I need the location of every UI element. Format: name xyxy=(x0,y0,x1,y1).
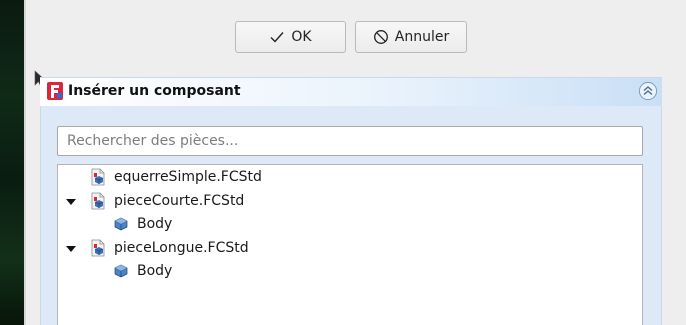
circle-slash-icon xyxy=(373,30,388,44)
fcstd-file-icon xyxy=(91,192,105,210)
tree-item-file[interactable]: pieceLongue.FCStd xyxy=(90,237,249,259)
ok-button-label: OK xyxy=(291,29,312,45)
tree-item-body[interactable]: Body xyxy=(113,213,172,235)
tree-item-label: Body xyxy=(137,216,173,232)
task-panel-title: Insérer un composant xyxy=(68,83,241,99)
fcstd-file-icon xyxy=(91,239,105,257)
body-cube-icon xyxy=(114,264,128,278)
cancel-button[interactable]: Annuler xyxy=(355,21,467,53)
ok-button[interactable]: OK xyxy=(235,21,346,53)
freecad-logo-icon xyxy=(47,82,63,100)
search-input[interactable] xyxy=(57,126,643,156)
expand-arrow-icon[interactable] xyxy=(66,246,76,252)
cancel-button-label: Annuler xyxy=(394,29,450,45)
expand-arrow-icon[interactable] xyxy=(66,199,76,205)
tree-item-label: pieceCourte.FCStd xyxy=(114,193,245,209)
tree-item-label: pieceLongue.FCStd xyxy=(114,240,249,256)
desktop-background-strip xyxy=(0,0,26,325)
checkmark-icon xyxy=(270,32,284,43)
tree-item-file[interactable]: pieceCourte.FCStd xyxy=(90,190,244,212)
tree-item-body[interactable]: Body xyxy=(113,260,172,282)
tree-item-label: equerreSimple.FCStd xyxy=(114,169,262,185)
parts-tree[interactable]: equerreSimple.FCStd pieceCourte.FCStd Bo… xyxy=(57,164,643,325)
body-cube-icon xyxy=(114,217,128,231)
tree-item-label: Body xyxy=(137,263,173,279)
double-chevron-up-icon[interactable] xyxy=(638,81,658,101)
fcstd-file-icon xyxy=(91,168,105,186)
tree-item-file[interactable]: equerreSimple.FCStd xyxy=(90,166,262,188)
